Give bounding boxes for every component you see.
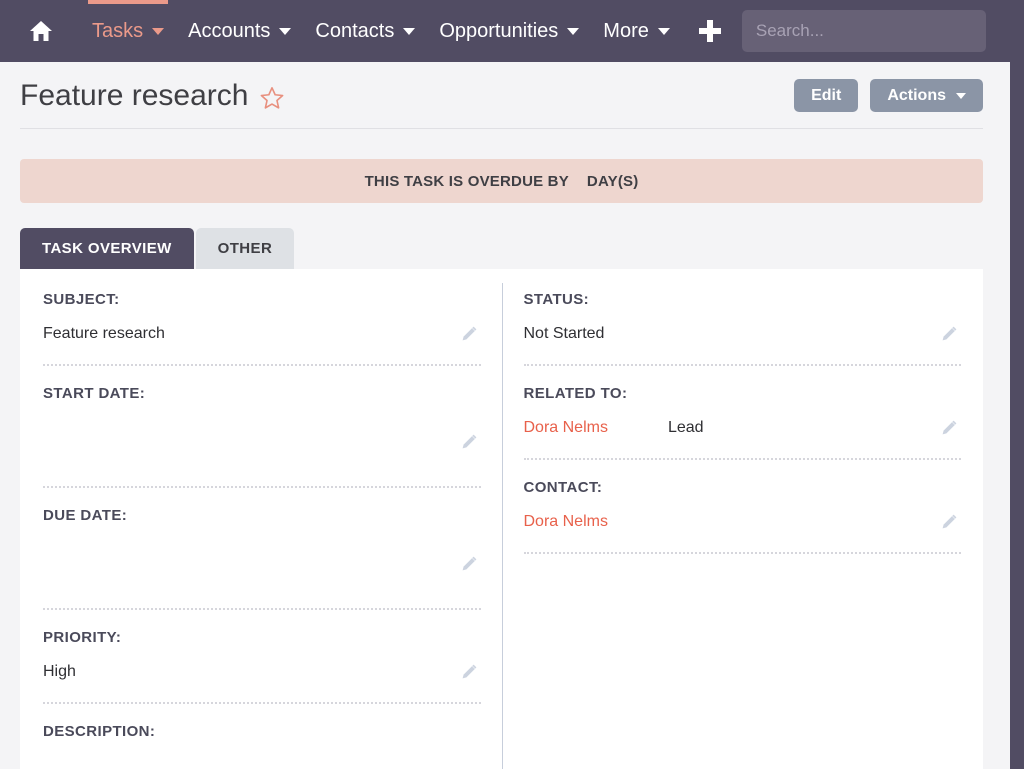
field-subject: SUBJECT: Feature research [43, 291, 481, 366]
page-header: Feature research Edit Actions [0, 62, 1024, 129]
field-row: Dora Nelms [524, 507, 962, 537]
field-row: High [43, 657, 481, 687]
page-title: Feature research [20, 79, 248, 113]
field-contact: CONTACT: Dora Nelms [524, 479, 962, 554]
field-priority: PRIORITY: High [43, 629, 481, 704]
edit-pencil-icon[interactable] [459, 554, 479, 574]
column-divider [502, 283, 503, 769]
favorite-star-icon[interactable] [259, 85, 285, 111]
overdue-banner: THIS TASK IS OVERDUE BY DAY(S) [20, 159, 983, 203]
edit-pencil-icon[interactable] [939, 324, 959, 344]
field-separator [43, 608, 481, 610]
plus-glyph [699, 20, 721, 42]
chevron-down-icon [567, 28, 579, 35]
chevron-down-icon [956, 93, 966, 99]
edit-pencil-icon[interactable] [459, 324, 479, 344]
tab-bar: TASK OVERVIEW OTHER [0, 228, 1024, 269]
field-label: DESCRIPTION: [43, 723, 481, 751]
tab-other[interactable]: OTHER [196, 228, 295, 269]
right-field-column: STATUS: Not Started RELATED TO: Dora Nel… [503, 269, 984, 769]
nav-item-label: More [603, 20, 649, 43]
nav-item-label: Opportunities [439, 20, 558, 43]
edit-button-label: Edit [811, 87, 841, 105]
field-separator [43, 702, 481, 704]
field-separator [524, 458, 962, 460]
field-label: DUE DATE: [43, 507, 481, 535]
header-divider [20, 128, 983, 129]
field-label: PRIORITY: [43, 629, 481, 657]
nav-item-label: Tasks [92, 20, 143, 43]
overdue-banner-prefix: THIS TASK IS OVERDUE BY [365, 173, 569, 190]
field-row: Dora Nelms Lead [524, 413, 962, 443]
field-row [43, 535, 481, 593]
task-detail-page: Tasks Accounts Contacts Opportunities Mo… [0, 0, 1024, 769]
field-row: Not Started [524, 319, 962, 349]
field-separator [43, 486, 481, 488]
field-label: RELATED TO: [524, 385, 962, 413]
tab-label: TASK OVERVIEW [42, 240, 172, 257]
field-label: START DATE: [43, 385, 481, 413]
field-status: STATUS: Not Started [524, 291, 962, 366]
field-separator [524, 552, 962, 554]
chevron-down-icon [403, 28, 415, 35]
field-label: SUBJECT: [43, 291, 481, 319]
nav-item-tasks[interactable]: Tasks [80, 0, 176, 62]
plus-icon[interactable] [692, 11, 728, 51]
chevron-down-icon [279, 28, 291, 35]
task-detail-panel: SUBJECT: Feature research START DATE: [20, 269, 983, 769]
overdue-banner-suffix: DAY(S) [587, 173, 639, 190]
left-field-column: SUBJECT: Feature research START DATE: [20, 269, 503, 769]
nav-item-more[interactable]: More [591, 0, 682, 62]
header-actions: Edit Actions [794, 79, 983, 112]
field-value: Feature research [43, 325, 165, 343]
field-related-to: RELATED TO: Dora Nelms Lead [524, 385, 962, 460]
field-separator [524, 364, 962, 366]
edit-pencil-icon[interactable] [459, 662, 479, 682]
field-separator [43, 364, 481, 366]
nav-item-accounts[interactable]: Accounts [176, 0, 303, 62]
nav-item-opportunities[interactable]: Opportunities [427, 0, 591, 62]
page-scrollbar[interactable] [1010, 0, 1024, 769]
nav-item-contacts[interactable]: Contacts [303, 0, 427, 62]
nav-item-label: Accounts [188, 20, 270, 43]
contact-link[interactable]: Dora Nelms [524, 513, 608, 531]
field-row: Feature research [43, 319, 481, 349]
field-label: STATUS: [524, 291, 962, 319]
related-to-type: Lead [668, 419, 704, 437]
home-icon[interactable] [26, 14, 56, 48]
banner-container: THIS TASK IS OVERDUE BY DAY(S) [0, 129, 1024, 203]
actions-button[interactable]: Actions [870, 79, 983, 112]
field-start-date: START DATE: [43, 385, 481, 488]
chevron-down-icon [152, 28, 164, 35]
tab-task-overview[interactable]: TASK OVERVIEW [20, 228, 194, 269]
field-value: Not Started [524, 325, 605, 343]
field-label: CONTACT: [524, 479, 962, 507]
edit-pencil-icon[interactable] [459, 432, 479, 452]
edit-pencil-icon[interactable] [939, 512, 959, 532]
search-input[interactable] [742, 10, 986, 52]
chevron-down-icon [658, 28, 670, 35]
edit-button[interactable]: Edit [794, 79, 858, 112]
related-to-link[interactable]: Dora Nelms [524, 419, 608, 437]
field-value: High [43, 663, 76, 681]
field-row [43, 413, 481, 471]
field-due-date: DUE DATE: [43, 507, 481, 610]
edit-pencil-icon[interactable] [939, 418, 959, 438]
top-navigation-bar: Tasks Accounts Contacts Opportunities Mo… [0, 0, 1024, 62]
actions-button-label: Actions [887, 87, 946, 105]
active-tab-indicator [88, 0, 168, 4]
field-description: DESCRIPTION: [43, 723, 481, 769]
tab-label: OTHER [218, 240, 273, 257]
field-row [43, 751, 481, 769]
nav-item-label: Contacts [315, 20, 394, 43]
